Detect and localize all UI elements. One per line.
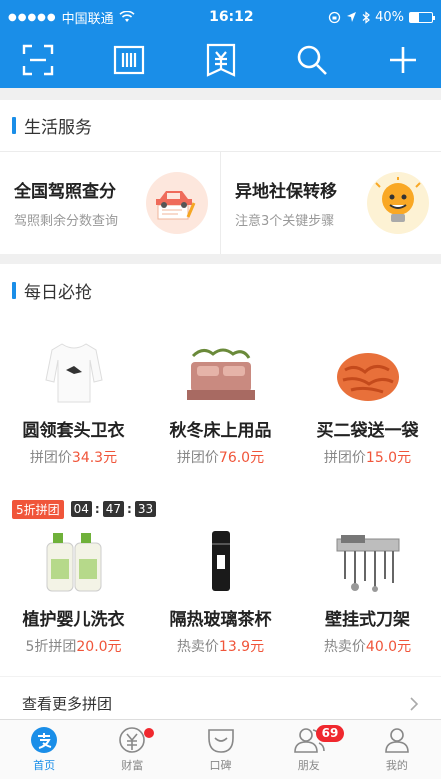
product-name: 壁挂式刀架 — [325, 610, 410, 630]
product-row: 圆领套头卫衣 拼团价34.3元 秋冬床上用品 拼团价76.0元 买二袋送一袋 拼… — [0, 316, 441, 467]
barcode-icon[interactable] — [109, 40, 149, 80]
section-header: 生活服务 — [0, 100, 441, 152]
tab-label: 财富 — [121, 759, 144, 772]
divider — [0, 88, 441, 100]
flash-sale-timer: 5折拼团 04 : 47 : 33 — [0, 497, 441, 521]
view-more-label: 查看更多拼团 — [22, 695, 113, 713]
product-card[interactable]: 买二袋送一袋 拼团价15.0元 — [294, 316, 441, 467]
profile-icon — [385, 728, 409, 753]
product-price: 热卖价13.9元 — [176, 639, 265, 655]
top-toolbar — [0, 34, 441, 88]
product-price: 5折拼团20.0元 — [25, 639, 122, 655]
bluetooth-icon — [362, 10, 370, 24]
tab-label: 口碑 — [209, 759, 232, 772]
daily-deals-section: 每日必抢 圆领套头卫衣 拼团价34.3元 秋冬床上用品 拼团价76.0元 买二袋… — [0, 264, 441, 724]
detergent-image — [0, 521, 147, 599]
timer-seconds: 33 — [134, 501, 157, 517]
product-name: 秋冬床上用品 — [169, 421, 272, 441]
product-price: 拼团价34.3元 — [29, 450, 118, 466]
add-icon[interactable] — [383, 40, 423, 80]
section-title: 生活服务 — [24, 118, 92, 138]
tab-wealth[interactable]: 财富 — [88, 720, 176, 779]
koubei-icon — [207, 729, 234, 753]
scan-icon[interactable] — [18, 40, 58, 80]
product-price: 拼团价15.0元 — [323, 450, 412, 466]
product-price: 热卖价40.0元 — [323, 639, 412, 655]
product-name: 植护婴儿洗衣 — [22, 610, 125, 630]
product-card[interactable]: 壁挂式刀架 热卖价40.0元 — [294, 521, 441, 656]
tab-friends[interactable]: 69 朋友 — [265, 720, 353, 779]
clock: 16:12 — [209, 9, 254, 25]
product-price: 拼团价76.0元 — [176, 450, 265, 466]
product-card[interactable]: 植护婴儿洗衣 5折拼团20.0元 — [0, 521, 147, 656]
sweatshirt-image — [0, 316, 147, 410]
flash-sale-tag: 5折拼团 — [12, 499, 64, 519]
product-card[interactable]: 秋冬床上用品 拼团价76.0元 — [147, 316, 294, 467]
tea-cup-image — [147, 521, 294, 599]
status-bar: ●●●●● 中国联通 16:12 40% — [0, 0, 441, 34]
friends-badge: 69 — [315, 725, 345, 742]
battery-icon — [408, 11, 435, 23]
section-accent-bar — [12, 117, 16, 134]
life-services-section: 生活服务 全国驾照查分 驾照剩余分数查询 异地社保转移 注意3个关键步骤 — [0, 100, 441, 254]
carrier-name: 中国联通 — [61, 11, 114, 27]
battery-percent: 40% — [375, 9, 404, 25]
product-name: 圆领套头卫衣 — [22, 421, 125, 441]
bedding-image — [147, 316, 294, 410]
top-header: ●●●●● 中国联通 16:12 40% — [0, 0, 441, 88]
product-name: 买二袋送一袋 — [316, 421, 419, 441]
service-card-driving-score[interactable]: 全国驾照查分 驾照剩余分数查询 — [0, 152, 220, 254]
bottom-tab-bar: 首页 财富 口碑 69 朋友 我的 — [0, 719, 441, 779]
timer-minutes: 47 — [102, 501, 125, 517]
divider — [0, 254, 441, 264]
service-title: 异地社保转移 — [235, 182, 337, 202]
rotation-lock-icon — [328, 11, 341, 23]
payment-code-icon[interactable] — [201, 40, 241, 80]
alipay-home-screen: ●●●●● 中国联通 16:12 40% 生活服务 全国驾照查分 驾照剩余分数查… — [0, 0, 441, 779]
wealth-icon — [119, 727, 146, 753]
lightbulb-illustration-icon — [367, 172, 429, 234]
signal-dots: ●●●●● — [8, 11, 57, 23]
knife-rack-image — [294, 521, 441, 599]
alipay-home-icon — [31, 727, 58, 753]
tab-label: 首页 — [33, 759, 56, 772]
tab-label: 我的 — [385, 759, 408, 772]
tab-koubei[interactable]: 口碑 — [176, 720, 264, 779]
chevron-right-icon — [410, 696, 419, 711]
snack-image — [294, 316, 441, 410]
tab-label: 朋友 — [297, 759, 320, 772]
service-card-social-security[interactable]: 异地社保转移 注意3个关键步骤 — [220, 152, 441, 254]
product-name: 隔热玻璃茶杯 — [169, 610, 272, 630]
tab-home[interactable]: 首页 — [0, 720, 88, 779]
location-icon — [347, 12, 357, 22]
service-subtitle: 注意3个关键步骤 — [235, 214, 335, 229]
tab-profile[interactable]: 我的 — [353, 720, 441, 779]
service-subtitle: 驾照剩余分数查询 — [14, 214, 119, 229]
product-card[interactable]: 圆领套头卫衣 拼团价34.3元 — [0, 316, 147, 467]
search-icon[interactable] — [292, 40, 332, 80]
service-title: 全国驾照查分 — [14, 182, 116, 202]
notification-dot — [144, 728, 155, 738]
section-header: 每日必抢 — [0, 264, 441, 316]
section-title: 每日必抢 — [24, 282, 92, 303]
product-card[interactable]: 隔热玻璃茶杯 热卖价13.9元 — [147, 521, 294, 656]
car-illustration-icon — [146, 172, 208, 234]
product-row: 植护婴儿洗衣 5折拼团20.0元 隔热玻璃茶杯 热卖价13.9元 壁挂式刀架 热… — [0, 521, 441, 656]
wifi-icon — [119, 11, 135, 22]
section-accent-bar — [12, 281, 16, 299]
timer-hours: 04 — [70, 501, 92, 517]
